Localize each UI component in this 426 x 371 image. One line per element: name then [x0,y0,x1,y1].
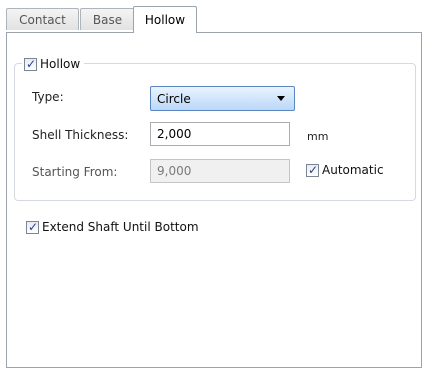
tab-contact[interactable]: Contact [6,8,79,30]
type-dropdown-value: Circle [157,91,191,106]
shell-thickness-label: Shell Thickness: [32,128,129,142]
shell-thickness-input[interactable]: 2,000 [150,122,290,146]
type-dropdown[interactable]: Circle [150,86,295,111]
automatic-checkbox-label: Automatic [322,163,384,177]
shell-thickness-unit: mm [307,130,329,143]
checkmark-icon: ✓ [308,162,319,177]
checkmark-icon: ✓ [28,219,39,234]
dropdown-arrow-icon [277,96,285,101]
type-label: Type: [32,90,64,104]
tab-base[interactable]: Base [80,8,135,30]
hollow-checkbox-group[interactable]: ✓ Hollow [22,56,85,72]
tab-hollow[interactable]: Hollow [133,6,197,33]
extend-shaft-checkbox-label: Extend Shaft Until Bottom [42,220,199,234]
extend-shaft-checkbox-group[interactable]: ✓ Extend Shaft Until Bottom [26,220,199,234]
starting-from-input[interactable]: 9,000 [150,159,290,183]
checkmark-icon: ✓ [26,56,37,71]
automatic-checkbox-group[interactable]: ✓ Automatic [306,163,384,177]
hollow-checkbox[interactable]: ✓ [24,56,37,71]
hollow-settings-window: Contact Base Hollow ✓ Hollow Type: Circl… [0,0,426,371]
starting-from-label: Starting From: [32,165,118,179]
extend-shaft-checkbox[interactable]: ✓ [26,219,39,234]
automatic-checkbox[interactable]: ✓ [306,162,319,177]
hollow-checkbox-label: Hollow [40,57,81,71]
